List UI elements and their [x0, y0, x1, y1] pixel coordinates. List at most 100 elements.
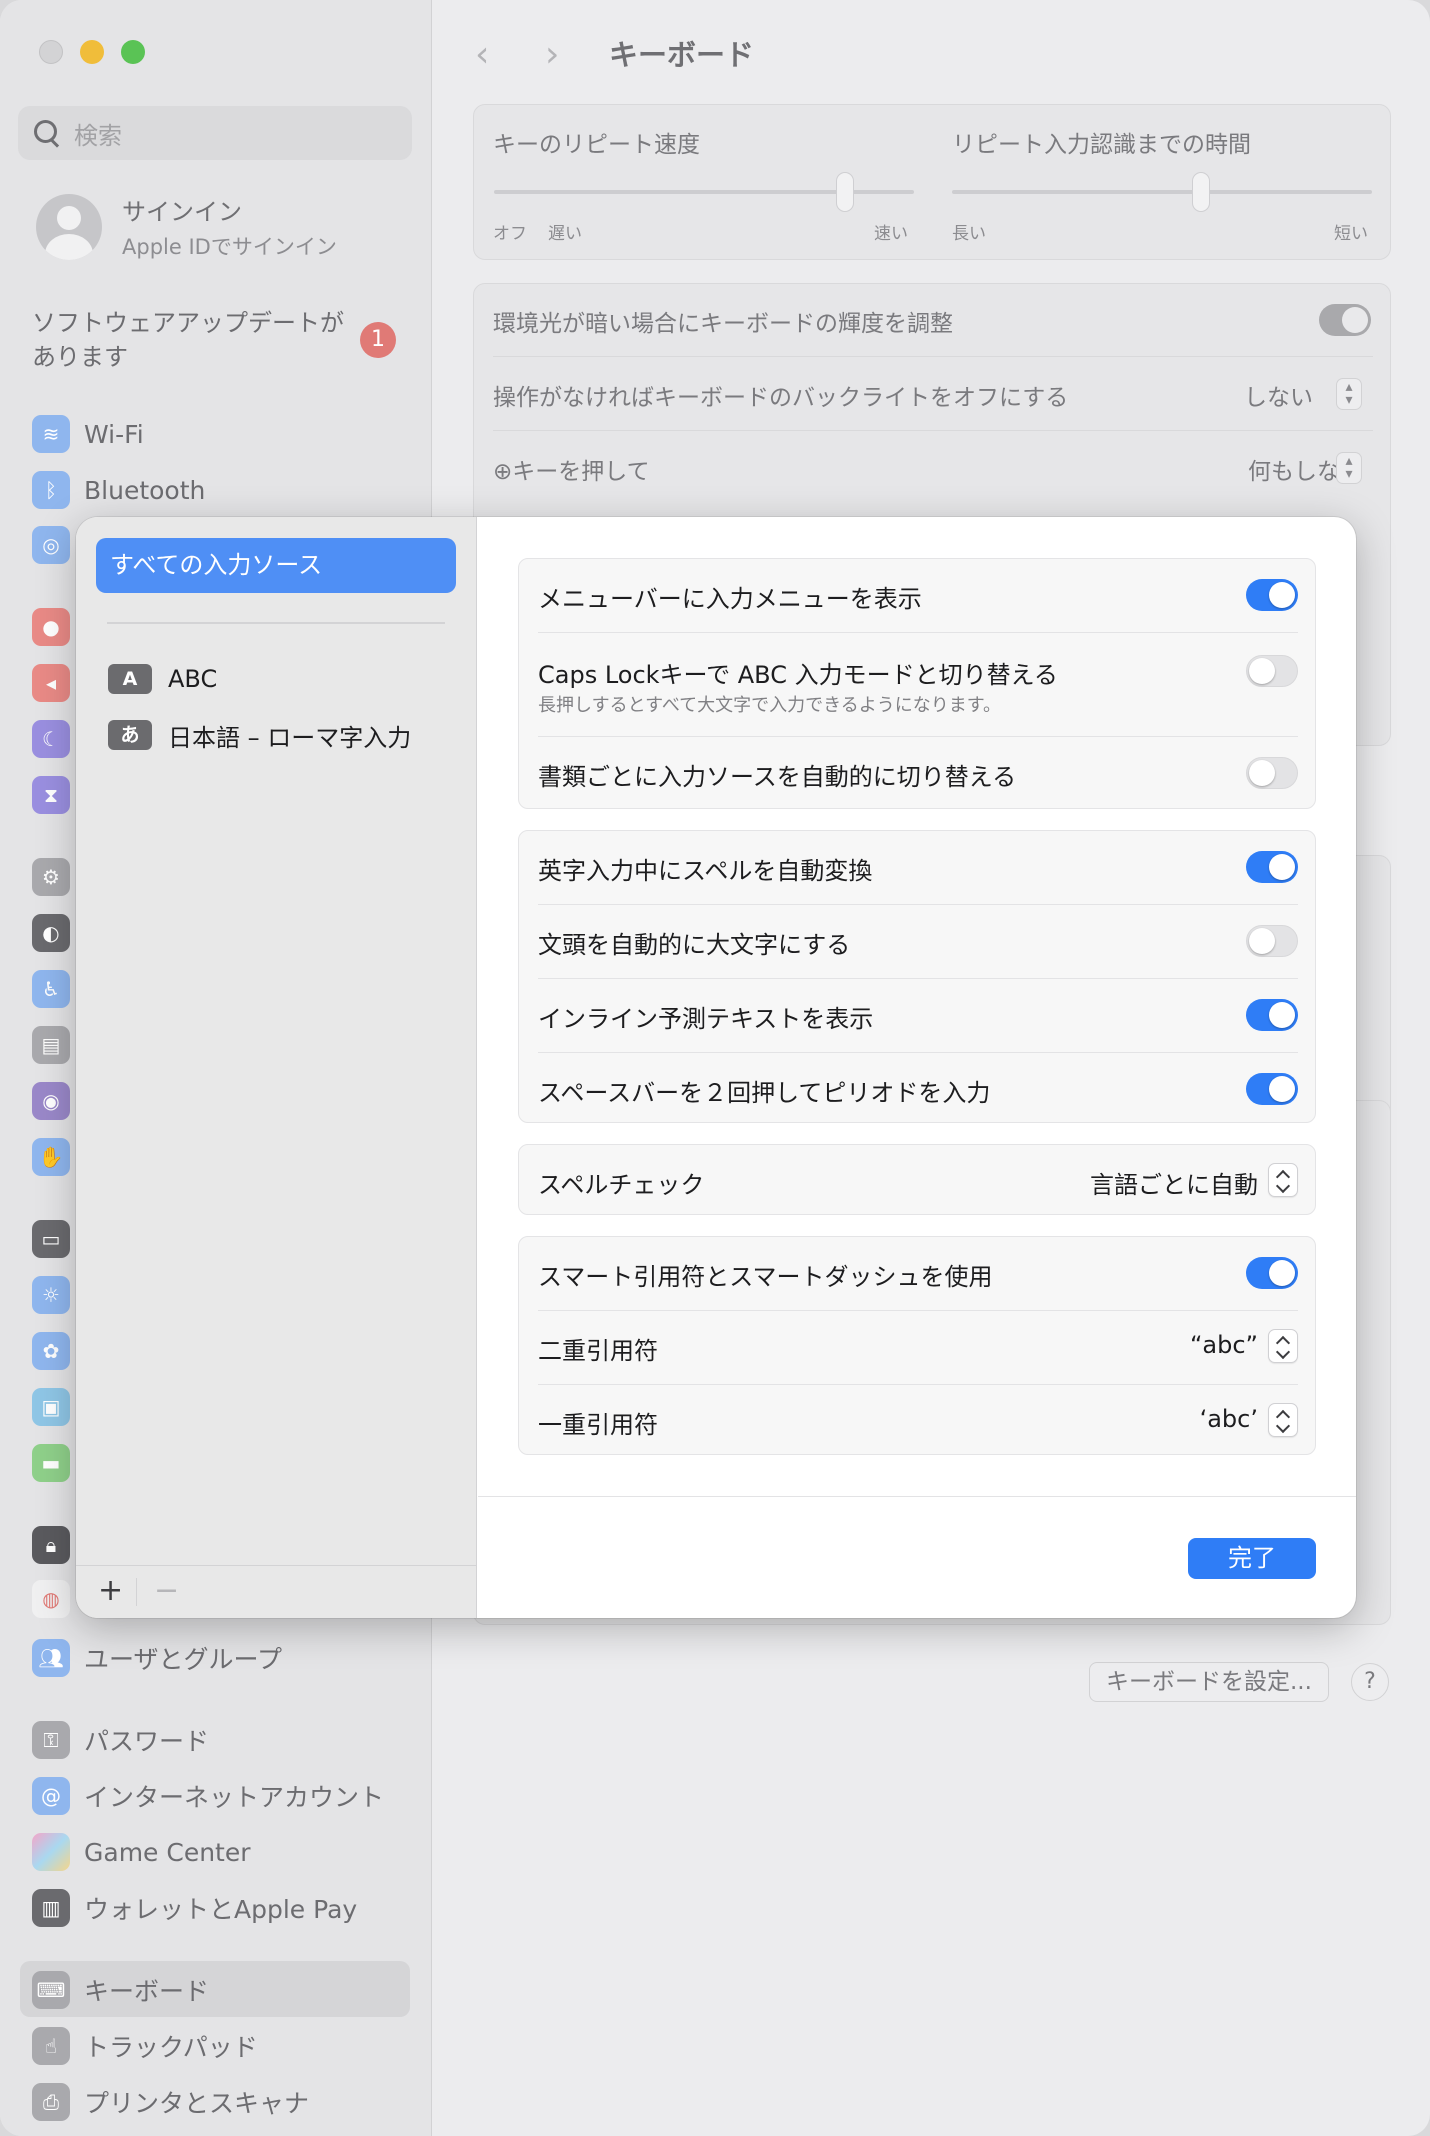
battery-icon[interactable]: ▬	[32, 1444, 70, 1482]
backlight-value[interactable]: しない	[1244, 378, 1313, 412]
auto-capitalize-toggle[interactable]	[1246, 925, 1298, 957]
row-auto-correct: 英字入力中にスペルを自動変換	[538, 831, 1298, 904]
add-source-button[interactable]: +	[98, 1573, 123, 1608]
network-icon[interactable]: ◎	[32, 526, 70, 564]
sidebar-item-trackpad[interactable]: ☝ トラックパッド	[32, 2026, 258, 2066]
source-item-all[interactable]: すべての入力ソース	[96, 538, 456, 593]
appearance-icon[interactable]: ◐	[32, 914, 70, 952]
sidebar-item-users[interactable]: 👥︎ ユーザとグループ	[32, 1638, 282, 1678]
sidebar-item-keyboard[interactable]: ⌨ キーボード	[32, 1970, 209, 2010]
row-auto-capitalize: 文頭を自動的に大文字にする	[538, 905, 1298, 978]
key-repeat-fast-label: 速い	[874, 224, 908, 244]
sidebar-item-wifi[interactable]: ≋ Wi-Fi	[32, 414, 144, 454]
sidebar-item-wallet[interactable]: ▥ ウォレットとApple Pay	[32, 1888, 357, 1928]
auto-switch-label: 書類ごとに入力ソースを自動的に切り替える	[538, 763, 1017, 791]
key-repeat-slider-knob[interactable]	[836, 172, 854, 212]
screen-time-icon[interactable]: ⧗	[32, 776, 70, 814]
sidebar-item-software-update[interactable]: ソフトウェアアップデートがあります	[32, 306, 352, 374]
sidebar-item-passwords[interactable]: ⚿ パスワード	[32, 1720, 209, 1760]
auto-switch-toggle[interactable]	[1246, 757, 1298, 789]
key-repeat-slow-label: 遅い	[548, 224, 582, 244]
double-quote-stepper-icon[interactable]	[1268, 1329, 1298, 1363]
sidebar-account[interactable]: サインイン Apple IDでサインイン	[36, 192, 337, 261]
users-icon: 👥︎	[32, 1639, 70, 1677]
double-space-toggle[interactable]	[1246, 1073, 1298, 1105]
smart-quotes-group: スマート引用符とスマートダッシュを使用 二重引用符 “abc” 一重引用符 ‘a…	[518, 1236, 1316, 1455]
divider	[136, 1578, 137, 1606]
show-input-menu-toggle[interactable]	[1246, 579, 1298, 611]
single-quote-stepper-icon[interactable]	[1268, 1403, 1298, 1437]
sidebar-item-game-center[interactable]: Game Center	[32, 1832, 251, 1872]
source-list-toolbar: + −	[76, 1565, 477, 1618]
repeat-settings-box: キーのリピート速度 リピート入力認識までの時間 オフ 遅い 速い 長い 短い	[473, 104, 1391, 260]
control-center-icon[interactable]: ▤	[32, 1026, 70, 1064]
remove-source-button[interactable]: −	[154, 1573, 179, 1608]
sidebar-search-field[interactable]: 検索	[18, 106, 412, 160]
smart-quotes-toggle[interactable]	[1246, 1257, 1298, 1289]
brightness-label: 環境光が暗い場合にキーボードの輝度を調整	[493, 311, 953, 337]
auto-correct-toggle[interactable]	[1246, 851, 1298, 883]
screensaver-icon[interactable]: ▣	[32, 1388, 70, 1426]
source-item-japanese[interactable]: あ 日本語 – ローマ字入力	[108, 719, 411, 752]
sidebar-item-bluetooth[interactable]: ᛒ Bluetooth	[32, 470, 205, 510]
wallpaper-icon[interactable]: ✿	[32, 1332, 70, 1370]
help-button[interactable]: ?	[1351, 1663, 1389, 1701]
single-quote-value[interactable]: ‘abc’	[1200, 1405, 1258, 1433]
notifications-icon[interactable]: ●	[32, 608, 70, 646]
desktop-dock-icon[interactable]: ▭	[32, 1220, 70, 1258]
row-auto-switch: 書類ごとに入力ソースを自動的に切り替える	[538, 737, 1298, 810]
abc-source-icon: A	[108, 664, 152, 694]
auto-capitalize-label: 文頭を自動的に大文字にする	[538, 931, 851, 959]
inline-predict-toggle[interactable]	[1246, 999, 1298, 1031]
spellcheck-label: スペルチェック	[538, 1171, 705, 1199]
wallet-icon: ▥	[32, 1889, 70, 1927]
sidebar-item-internet-accounts[interactable]: @ インターネットアカウント	[32, 1776, 384, 1816]
brightness-toggle[interactable]	[1319, 304, 1371, 336]
sidebar-item-label: ユーザとグループ	[84, 1645, 283, 1674]
spellcheck-value[interactable]: 言語ごとに自動	[1090, 1165, 1258, 1200]
sidebar-item-printers[interactable]: ⎙ プリンタとスキャナ	[32, 2082, 309, 2122]
at-sign-icon: @	[32, 1777, 70, 1815]
repeat-delay-short-label: 短い	[1334, 224, 1368, 244]
forward-chevron-icon[interactable]: ›	[545, 34, 559, 75]
spellcheck-group: スペルチェック 言語ごとに自動	[518, 1144, 1316, 1215]
text-correction-group: 英字入力中にスペルを自動変換 文頭を自動的に大文字にする インライン予測テキスト…	[518, 830, 1316, 1123]
accessibility-icon[interactable]: ♿	[32, 970, 70, 1008]
page-title: キーボード	[609, 38, 755, 72]
sidebar-item-label: Bluetooth	[84, 475, 206, 505]
source-item-abc[interactable]: A ABC	[108, 663, 217, 695]
double-quote-label: 二重引用符	[538, 1337, 658, 1365]
caps-lock-description: 長押しするとすべて大文字で入力できるようになります。	[538, 695, 1001, 716]
caps-lock-toggle[interactable]	[1246, 655, 1298, 687]
zoom-window-button[interactable]	[121, 40, 145, 64]
divider	[107, 622, 445, 624]
key-repeat-off-label: オフ	[493, 224, 527, 244]
sidebar-item-label: Wi-Fi	[84, 419, 144, 449]
touch-id-icon[interactable]: ◍	[32, 1580, 70, 1618]
keyboard-setup-button[interactable]: キーボードを設定...	[1089, 1662, 1329, 1702]
game-center-icon	[32, 1833, 70, 1871]
privacy-icon[interactable]: ✋	[32, 1138, 70, 1176]
backlight-stepper[interactable]: ▴ ▾	[1336, 378, 1362, 410]
double-quote-value[interactable]: “abc”	[1190, 1331, 1258, 1359]
sidebar-item-label: Game Center	[84, 1837, 251, 1867]
sidebar-item-label: パスワード	[84, 1727, 210, 1756]
sound-icon[interactable]: ◂	[32, 664, 70, 702]
globe-key-stepper[interactable]: ▴ ▾	[1336, 452, 1362, 484]
minimize-window-button[interactable]	[80, 40, 104, 64]
search-icon	[32, 118, 62, 148]
done-button[interactable]: 完了	[1188, 1538, 1316, 1579]
row-inline-predict: インライン予測テキストを表示	[538, 979, 1298, 1052]
repeat-delay-long-label: 長い	[952, 224, 986, 244]
lock-screen-icon[interactable]: 🔒︎	[32, 1526, 70, 1564]
close-window-button[interactable]	[39, 40, 63, 64]
siri-icon[interactable]: ◉	[32, 1082, 70, 1120]
back-chevron-icon[interactable]: ‹	[475, 34, 489, 75]
keyboard-icon: ⌨	[32, 1971, 70, 2009]
focus-icon[interactable]: ☾	[32, 720, 70, 758]
repeat-delay-slider-track[interactable]	[952, 190, 1372, 194]
general-icon[interactable]: ⚙	[32, 858, 70, 896]
spellcheck-stepper-icon[interactable]	[1268, 1163, 1298, 1197]
repeat-delay-slider-knob[interactable]	[1192, 172, 1210, 212]
displays-icon[interactable]: ☼	[32, 1276, 70, 1314]
